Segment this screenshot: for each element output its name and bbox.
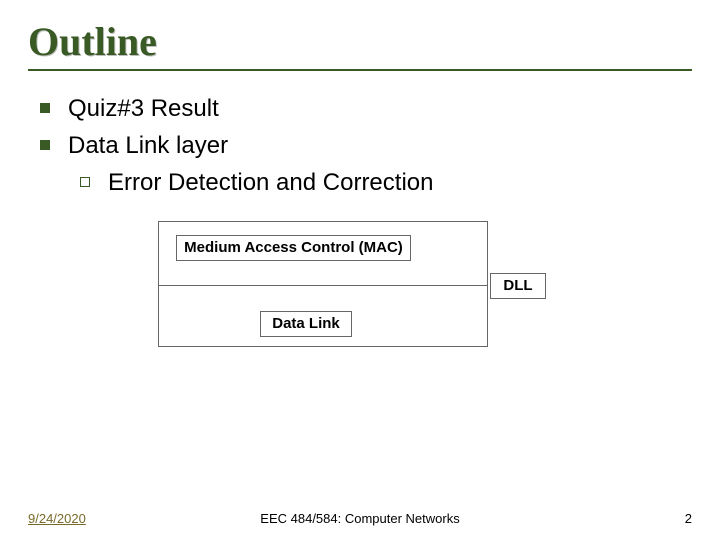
bullet-list: Quiz#3 Result Data Link layer Error Dete…: [28, 93, 692, 199]
bullet-text: Data Link layer: [68, 130, 228, 161]
bullet-text: Quiz#3 Result: [68, 93, 219, 124]
datalink-box: Data Link: [260, 311, 352, 337]
layer-diagram: Medium Access Control (MAC) DLL Data Lin…: [28, 221, 692, 401]
list-item: Error Detection and Correction: [80, 167, 692, 198]
slide: Outline Quiz#3 Result Data Link layer Er…: [0, 0, 720, 540]
footer-page-number: 2: [685, 511, 692, 526]
diagram-divider: [158, 285, 488, 286]
square-bullet-icon: [40, 103, 50, 113]
dll-box: DLL: [490, 273, 546, 299]
title-underline: [28, 69, 692, 71]
square-bullet-icon: [40, 140, 50, 150]
hollow-square-bullet-icon: [80, 177, 90, 187]
mac-box: Medium Access Control (MAC): [176, 235, 411, 261]
footer-date: 9/24/2020: [28, 511, 86, 526]
list-item: Quiz#3 Result: [40, 93, 692, 124]
list-item: Data Link layer: [40, 130, 692, 161]
footer-course: EEC 484/584: Computer Networks: [260, 511, 459, 526]
page-title: Outline: [28, 18, 692, 65]
bullet-text: Error Detection and Correction: [108, 167, 433, 198]
slide-footer: 9/24/2020 EEC 484/584: Computer Networks…: [0, 511, 720, 526]
